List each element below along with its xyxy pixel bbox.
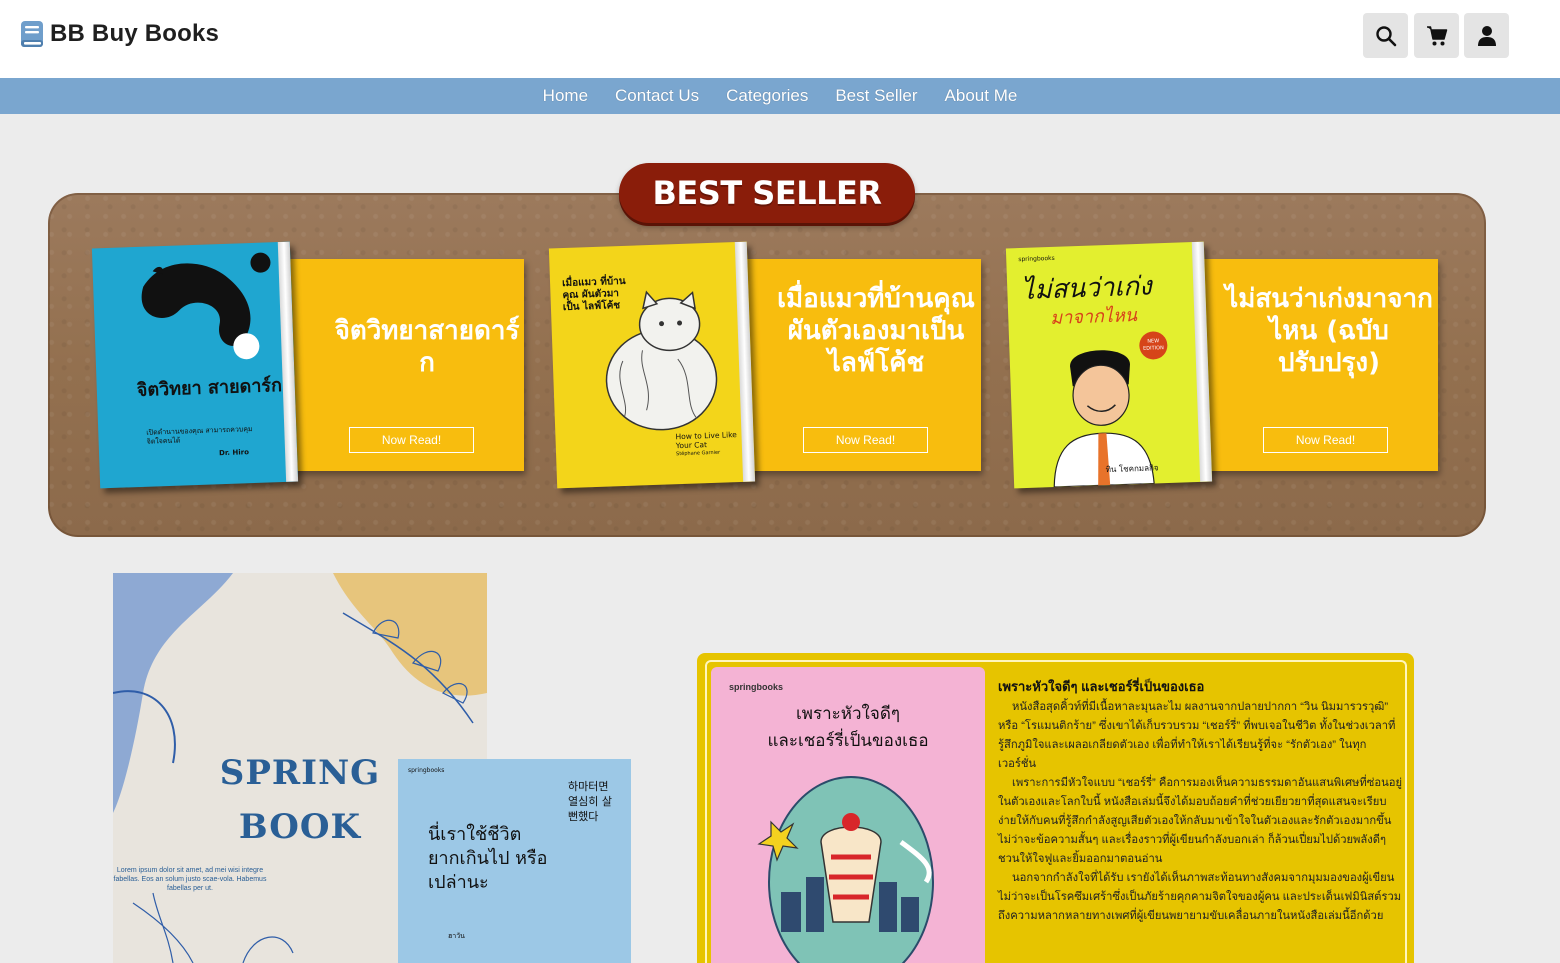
search-icon [1375, 25, 1396, 46]
book-cover-1[interactable]: จิตวิทยา สายดาร์ก เปิดตำนานของคุณ สามารถ… [91, 241, 299, 489]
featured-paragraph-1: หนังสือสุดคิ้วท์ที่มีเนื้อหาละมุนละไม ผล… [998, 701, 1396, 770]
featured-cover-title-1: เพราะหัวใจดีๆ [795, 704, 900, 723]
book-title-1: จิตวิทยาสายดาร์ก [334, 316, 520, 378]
book-icon [20, 20, 44, 48]
account-button[interactable] [1464, 13, 1509, 58]
featured-book-heading: เพราะหัวใจดีๆ และเชอร์รี่เป็นของเธอ [998, 679, 1205, 694]
best-seller-badge-label: BEST SELLER [652, 174, 882, 212]
blue-book-cover[interactable]: springbooks 하마터면 열심히 살 뻔했다 นี่เราใช้ชีวิ… [398, 759, 631, 963]
top-header: BB Buy Books [0, 0, 1560, 78]
book-cover-1-author: Dr. Hiro [218, 448, 250, 458]
featured-book-cover[interactable]: springbooks เพราะหัวใจดีๆ และเชอร์รี่เป็… [711, 667, 985, 963]
book-cover-2-author: Stéphane Garnier [676, 449, 721, 458]
book-title-3: ไม่สนว่าเก่งมาจากไหน (ฉบับปรับปรุง) [1225, 284, 1433, 378]
now-read-button-1[interactable]: Now Read! [349, 427, 474, 453]
cart-button[interactable] [1414, 13, 1459, 58]
featured-cover-title-2: และเชอร์รี่เป็นของเธอ [767, 731, 929, 750]
featured-cover-publisher: springbooks [729, 682, 784, 692]
now-read-button-2[interactable]: Now Read! [803, 427, 928, 453]
brand-title: BB Buy Books [50, 20, 220, 47]
book-cover-3-subtitle: มาจากไหน [1049, 304, 1138, 330]
nav-about-me[interactable]: About Me [945, 86, 1018, 106]
book-cover-1-subtitle: เปิดตำนานของคุณ สามารถควบคุมจิตใจคนได้ [146, 425, 253, 446]
cart-icon [1426, 25, 1447, 45]
featured-paragraph-3: นอกจากกำลังใจที่ได้รับ เรายังได้เห็นภาพส… [998, 872, 1402, 922]
blue-book-korean: 하마터면 열심히 살 뻔했다 [568, 780, 612, 823]
user-icon [1477, 25, 1496, 46]
featured-book-description: หนังสือสุดคิ้วท์ที่มีเนื้อหาละมุนละไม ผล… [998, 698, 1403, 926]
brand[interactable]: BB Buy Books [20, 20, 219, 48]
book-cover-3[interactable]: springbooks ไม่สนว่าเก่ง มาจากไหน NEW ED… [1005, 241, 1213, 489]
blue-book-title: นี่เราใช้ชีวิต ยากเกินไป หรือเปล่านะ [428, 824, 548, 893]
book-cover-2-subtitle: How to Live Like Your Cat [675, 430, 737, 451]
nav-contact-us[interactable]: Contact Us [615, 86, 699, 106]
book-cover-3-publisher: springbooks [1018, 254, 1055, 264]
nav-best-seller[interactable]: Best Seller [835, 86, 917, 106]
book-cover-3-author: ทิน โชคกมลกิจ [1105, 463, 1159, 475]
best-seller-badge: BEST SELLER [619, 163, 915, 223]
blue-book-author: ฮาวัน [448, 932, 465, 940]
main-nav: Home Contact Us Categories Best Seller A… [0, 78, 1560, 114]
spring-poster-description: Lorem ipsum dolor sit amet, ad mei wisi … [113, 867, 267, 892]
book-title-2: เมื่อแมวที่บ้านคุณผันตัวเองมาเป็นไลฟ์โค้… [777, 284, 975, 378]
nav-categories[interactable]: Categories [726, 86, 808, 106]
now-read-button-3[interactable]: Now Read! [1263, 427, 1388, 453]
featured-paragraph-2: เพราะการมีหัวใจแบบ “เชอร์รี่” คือการมองเ… [998, 777, 1403, 865]
search-button[interactable] [1363, 13, 1408, 58]
book-cover-2[interactable]: เมื่อแมว ที่บ้านคุณ ผันตัวมาเป็น ไลฟ์โค้… [548, 241, 756, 489]
best-seller-card-1: จิตวิทยาสายดาร์ก Now Read! [264, 259, 524, 471]
best-seller-card-2: เมื่อแมวที่บ้านคุณผันตัวเองมาเป็นไลฟ์โค้… [721, 259, 981, 471]
blue-book-publisher: springbooks [408, 767, 445, 774]
nav-home[interactable]: Home [543, 86, 588, 106]
best-seller-card-3: ไม่สนว่าเก่งมาจากไหน (ฉบับปรับปรุง) Now … [1178, 259, 1438, 471]
